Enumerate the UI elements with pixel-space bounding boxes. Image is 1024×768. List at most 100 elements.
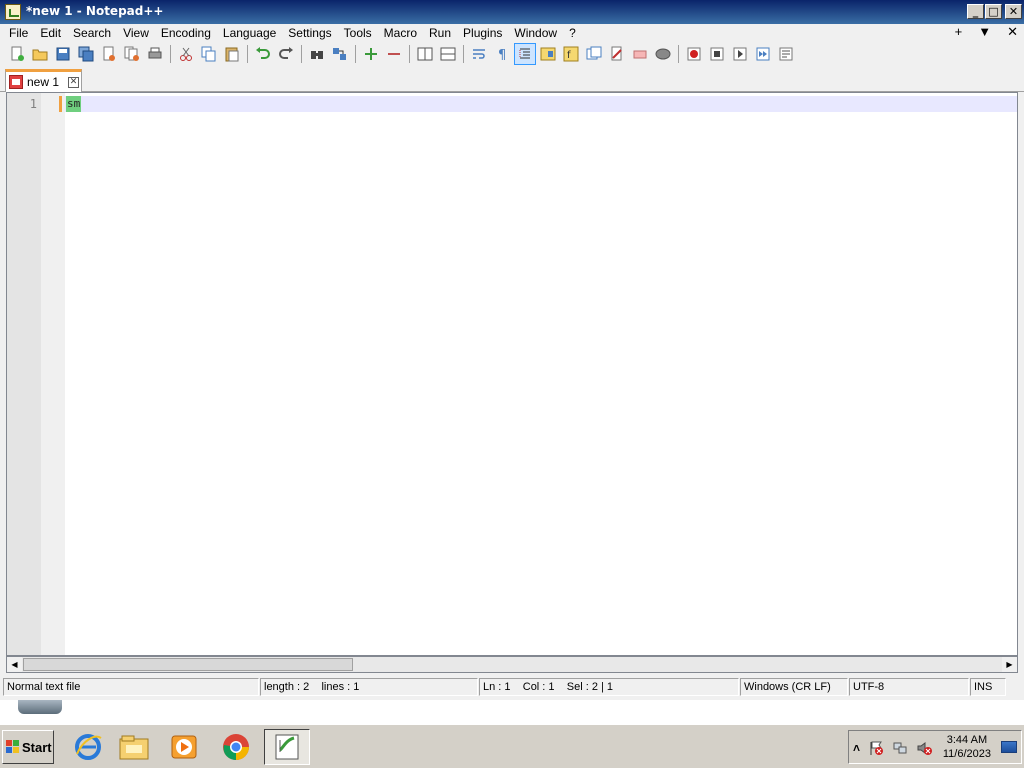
editor-line-text[interactable]: sm: [66, 96, 82, 112]
volume-muted-icon[interactable]: [916, 740, 933, 756]
menu-language[interactable]: Language: [217, 25, 282, 41]
save-icon[interactable]: [52, 43, 74, 65]
new-file-icon[interactable]: [6, 43, 28, 65]
macro-shape-icon[interactable]: [652, 43, 674, 65]
eraser-icon[interactable]: [629, 43, 651, 65]
monitoring-icon[interactable]: [606, 43, 628, 65]
save-macro-icon[interactable]: [775, 43, 797, 65]
sync-horizontal-icon[interactable]: [437, 43, 459, 65]
clock[interactable]: 3:44 AM 11/6/2023: [943, 733, 991, 761]
notepad-app-icon[interactable]: [5, 4, 21, 20]
replace-icon[interactable]: [329, 43, 351, 65]
maximize-button[interactable]: □: [985, 4, 1002, 19]
print-icon[interactable]: [144, 43, 166, 65]
clock-time: 3:44 AM: [946, 734, 988, 746]
media-player-icon[interactable]: [164, 729, 204, 765]
undo-icon[interactable]: [252, 43, 274, 65]
menu-window[interactable]: Window: [508, 25, 563, 41]
run-macro-multiple-icon[interactable]: [752, 43, 774, 65]
internet-explorer-icon[interactable]: [68, 729, 108, 765]
windows-logo-icon: [6, 740, 20, 754]
copy-icon[interactable]: [198, 43, 220, 65]
window-title: *new 1 - Notepad++: [26, 4, 164, 18]
open-file-icon[interactable]: [29, 43, 51, 65]
toolbar-separator: [301, 45, 302, 63]
horizontal-scrollbar[interactable]: ◀ ▶: [6, 656, 1018, 673]
toolbar-separator: [170, 45, 171, 63]
desktop-background: [0, 700, 1024, 724]
tab-label: new 1: [27, 75, 60, 89]
indent-guide-icon[interactable]: [514, 43, 536, 65]
status-eol[interactable]: Windows (CR LF): [740, 678, 848, 696]
svg-text:f: f: [567, 50, 571, 61]
menu-settings[interactable]: Settings: [282, 25, 337, 41]
redo-icon[interactable]: [275, 43, 297, 65]
add-tab-button[interactable]: +: [955, 24, 963, 40]
line-number-gutter: [7, 93, 41, 655]
play-macro-icon[interactable]: [729, 43, 751, 65]
status-insert-mode: INS: [970, 678, 1006, 696]
menu-tools[interactable]: Tools: [338, 25, 378, 41]
line-number: 1: [29, 97, 37, 111]
cut-icon[interactable]: [175, 43, 197, 65]
close-all-icon[interactable]: [121, 43, 143, 65]
desktop-drive-icon[interactable]: [18, 700, 62, 714]
menu-encoding[interactable]: Encoding: [155, 25, 217, 41]
toolbar-separator: [678, 45, 679, 63]
close-button[interactable]: ✕: [1005, 4, 1022, 19]
clock-date: 11/6/2023: [942, 748, 991, 760]
system-tray: ˄ 3:44 AM 11/6/2023: [848, 730, 1022, 764]
record-macro-icon[interactable]: [683, 43, 705, 65]
save-all-icon[interactable]: [75, 43, 97, 65]
editor-area[interactable]: 1 sm: [6, 92, 1018, 656]
taskbar: Start ˄ 3:44 AM 11/6/2023: [0, 724, 1024, 768]
sync-vertical-icon[interactable]: [414, 43, 436, 65]
find-icon[interactable]: [306, 43, 328, 65]
word-wrap-icon[interactable]: [468, 43, 490, 65]
menu-right-controls: + ▼ ✕: [955, 24, 1018, 40]
zoom-out-icon[interactable]: [383, 43, 405, 65]
start-label: Start: [22, 739, 52, 755]
zoom-in-icon[interactable]: [360, 43, 382, 65]
fold-margin[interactable]: [41, 93, 65, 655]
show-desktop-icon[interactable]: [1001, 741, 1017, 753]
menu-file[interactable]: File: [3, 25, 34, 41]
toolbar: ¶ f: [0, 42, 1024, 66]
action-center-flag-icon[interactable]: [868, 740, 884, 756]
folder-workspace-icon[interactable]: [583, 43, 605, 65]
unsaved-file-icon: [9, 75, 23, 89]
scroll-right-icon[interactable]: ▶: [1002, 657, 1017, 672]
close-doc-button[interactable]: ✕: [1007, 24, 1018, 40]
status-encoding[interactable]: UTF-8: [849, 678, 969, 696]
show-all-chars-icon[interactable]: ¶: [491, 43, 513, 65]
tab-close-button[interactable]: ✕: [68, 76, 80, 88]
svg-text:¶: ¶: [498, 48, 506, 62]
title-bar[interactable]: *new 1 - Notepad++ _ □ ✕: [0, 0, 1024, 24]
stop-macro-icon[interactable]: [706, 43, 728, 65]
file-explorer-icon[interactable]: [114, 729, 154, 765]
menu-help[interactable]: ?: [563, 25, 582, 41]
paste-icon[interactable]: [221, 43, 243, 65]
start-button[interactable]: Start: [2, 730, 54, 764]
tab-new-1[interactable]: new 1 ✕: [5, 69, 82, 92]
scroll-thumb[interactable]: [23, 658, 353, 671]
menu-run[interactable]: Run: [423, 25, 457, 41]
minimize-button[interactable]: _: [967, 4, 984, 19]
menu-edit[interactable]: Edit: [34, 25, 67, 41]
toolbar-separator: [247, 45, 248, 63]
menu-search[interactable]: Search: [67, 25, 117, 41]
chrome-icon[interactable]: [216, 729, 256, 765]
notepad-plus-plus-taskbar-icon[interactable]: [264, 729, 310, 765]
notepad-window: *new 1 - Notepad++ _ □ ✕ File Edit Searc…: [0, 0, 1024, 700]
document-map-icon[interactable]: [537, 43, 559, 65]
close-icon[interactable]: [98, 43, 120, 65]
function-list-icon[interactable]: f: [560, 43, 582, 65]
menu-plugins[interactable]: Plugins: [457, 25, 508, 41]
network-icon[interactable]: [892, 740, 908, 756]
toolbar-separator: [355, 45, 356, 63]
scroll-left-icon[interactable]: ◀: [7, 657, 22, 672]
tab-list-button[interactable]: ▼: [978, 24, 991, 40]
menu-view[interactable]: View: [117, 25, 155, 41]
menu-macro[interactable]: Macro: [378, 25, 423, 41]
tray-expand-icon[interactable]: ˄: [853, 741, 860, 755]
